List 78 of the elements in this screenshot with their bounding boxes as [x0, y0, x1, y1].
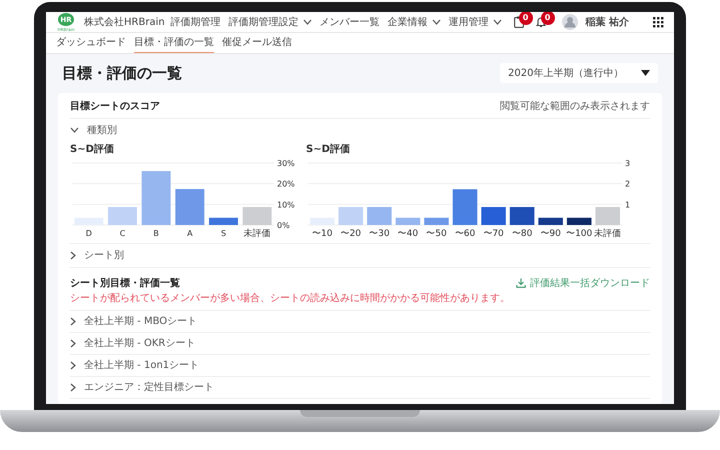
chart-bar	[510, 206, 534, 224]
chart-bar	[538, 217, 563, 224]
axis-category-label: C	[120, 228, 126, 238]
notification-badge: 0	[518, 12, 533, 24]
axis-category-label: D	[86, 228, 92, 238]
chart-bar	[242, 206, 272, 224]
axis-category-label: 〜90	[540, 228, 561, 238]
apps-grid-icon[interactable]	[653, 16, 664, 28]
sheet-name: 全社上半期 - 1on1シート	[84, 358, 200, 372]
company-name: 株式会社HRBrain	[84, 16, 165, 30]
chart-bar	[481, 206, 506, 224]
download-link[interactable]: 評価結果一括ダウンロード	[516, 276, 650, 290]
nav-link[interactable]: 企業情報	[388, 14, 441, 30]
axis-category-label: 未評価	[594, 228, 622, 238]
axis-category-label: 〜100	[566, 228, 592, 238]
axis-tick-label: 0%	[277, 220, 290, 230]
chart-bar	[566, 217, 592, 224]
axis-category-label: B	[153, 228, 159, 238]
axis-tick-label: 3	[625, 158, 630, 168]
axis-category-label: 〜70	[483, 228, 504, 238]
nav-tab[interactable]: ダッシュボード	[56, 32, 126, 53]
axis-category-label: 〜20	[340, 228, 362, 238]
warning-text: シートが配られているメンバーが多い場合、シートの読み込みに時間がかかる可能性があります。	[70, 290, 650, 310]
chart-bar	[396, 217, 420, 224]
axis-tick-label: 1	[625, 200, 630, 209]
chart-bar	[175, 188, 204, 224]
axis-tick-label: 30%	[277, 158, 295, 168]
axis-category-label: 〜50	[426, 228, 447, 238]
sheet-row[interactable]: 全社上半期 - MBOシート	[70, 310, 650, 332]
user-name[interactable]: 稲葉 祐介	[586, 14, 629, 30]
sheet-name: 全社上半期 - OKRシート	[84, 336, 196, 350]
download-icon	[516, 278, 526, 288]
nav-link[interactable]: 評価期管理設定	[228, 14, 312, 30]
axis-category-label: 〜80	[512, 228, 532, 238]
nav-tab[interactable]: 催促メール送信	[222, 32, 292, 53]
chart-bar	[209, 217, 238, 224]
sheet-name: 全社上半期 - MBOシート	[84, 314, 198, 328]
axis-category-label: S	[220, 228, 226, 238]
chart-title: S~D評価	[306, 142, 351, 156]
bell-icon[interactable]	[536, 16, 546, 28]
notification-badge: 0	[540, 12, 555, 24]
sheet-row[interactable]: 全社上半期 - 1on1シート	[70, 354, 650, 376]
group-label: シート別	[84, 248, 124, 262]
sheet-row[interactable]: エンジニア：定性目標シート	[70, 376, 650, 398]
nav-link[interactable]: メンバー一覧	[320, 14, 380, 30]
axis-category-label: A	[187, 228, 193, 238]
chart-bar	[142, 170, 171, 224]
period-value: 2020年上半期（進行中）	[508, 66, 624, 81]
chart-bar	[452, 188, 478, 224]
nav-tab[interactable]: 目標・評価の一覧	[134, 32, 214, 53]
group-toggle[interactable]: シート別	[70, 244, 650, 268]
axis-tick-label: 20%	[277, 179, 295, 188]
period-select[interactable]: 2020年上半期（進行中）	[500, 63, 658, 84]
axis-category-label: 〜60	[454, 228, 476, 238]
group-toggle[interactable]: 種類別	[70, 118, 650, 142]
page-title: 目標・評価の一覧	[62, 63, 182, 84]
axis-category-label: 〜40	[398, 228, 418, 238]
group-label: 種類別	[87, 124, 117, 138]
sheet-row[interactable]: 全社上半期 - OKRシート	[70, 332, 650, 354]
chart-bar	[424, 217, 449, 224]
chart-bar	[595, 206, 620, 224]
axis-category-label: 未評価	[244, 228, 271, 238]
sheet-name: エンジニア：定性目標シート	[84, 380, 214, 394]
chart-bar	[367, 206, 392, 224]
chart-title: S~D評価	[70, 142, 115, 156]
caret-icon	[641, 70, 650, 76]
card-title: 目標シートのスコア	[70, 100, 160, 114]
axis-tick-label: 2	[625, 179, 630, 188]
nav-link[interactable]: 評価期管理	[170, 14, 221, 30]
avatar-icon	[562, 14, 578, 30]
axis-tick-label: 10%	[277, 200, 295, 209]
nav-link[interactable]: 運用管理	[448, 14, 502, 30]
section-title: シート別目標・評価一覧	[70, 276, 180, 290]
axis-category-label: 〜30	[369, 228, 390, 238]
scope-note: 閲覧可能な範囲のみ表示されます	[500, 100, 650, 114]
axis-category-label: 〜10	[312, 228, 332, 238]
chart-bar	[108, 206, 137, 224]
chart-bar	[338, 206, 364, 224]
